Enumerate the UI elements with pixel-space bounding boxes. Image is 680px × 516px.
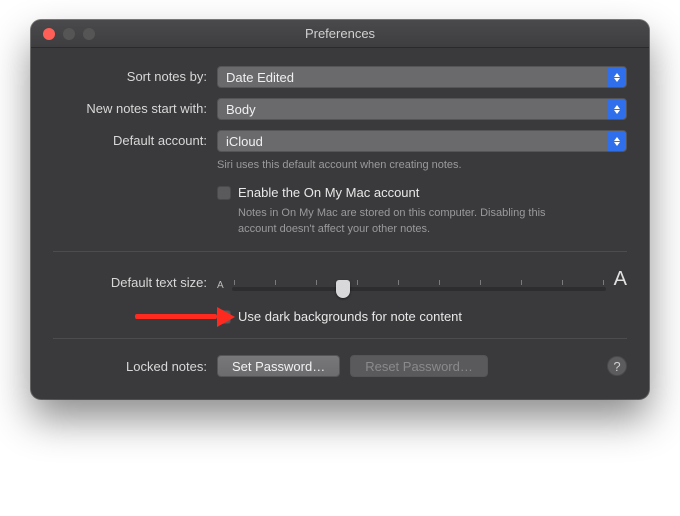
enable-local-checkbox[interactable] xyxy=(217,186,231,200)
new-notes-value: Body xyxy=(226,102,256,117)
content-area: Sort notes by: Date Edited New notes sta… xyxy=(31,48,649,399)
titlebar: Preferences xyxy=(31,20,649,48)
text-size-row: Default text size: A A xyxy=(53,268,627,291)
locked-notes-row: Locked notes: Set Password… Reset Passwo… xyxy=(53,355,627,377)
help-button[interactable]: ? xyxy=(607,356,627,376)
new-notes-select[interactable]: Body xyxy=(217,98,627,120)
sort-notes-row: Sort notes by: Date Edited xyxy=(53,66,627,88)
text-size-slider[interactable] xyxy=(232,280,606,291)
enable-local-hint: Notes in On My Mac are stored on this co… xyxy=(217,206,577,237)
text-size-label: Default text size: xyxy=(53,269,217,290)
sort-notes-label: Sort notes by: xyxy=(53,66,217,84)
new-notes-label: New notes start with: xyxy=(53,98,217,116)
reset-password-button[interactable]: Reset Password… xyxy=(350,355,488,377)
chevron-up-down-icon xyxy=(608,131,626,151)
default-account-value: iCloud xyxy=(226,134,263,149)
chevron-up-down-icon xyxy=(608,99,626,119)
new-notes-row: New notes start with: Body xyxy=(53,98,627,120)
default-account-label: Default account: xyxy=(53,130,217,148)
divider xyxy=(53,251,627,252)
slider-thumb[interactable] xyxy=(336,280,350,298)
locked-notes-label: Locked notes: xyxy=(53,359,217,374)
default-account-hint: Siri uses this default account when crea… xyxy=(217,158,627,173)
default-account-select[interactable]: iCloud xyxy=(217,130,627,152)
dark-background-row: Use dark backgrounds for note content xyxy=(53,309,627,324)
sort-notes-select[interactable]: Date Edited xyxy=(217,66,627,88)
enable-local-label: Enable the On My Mac account xyxy=(238,185,419,200)
preferences-window: Preferences Sort notes by: Date Edited N… xyxy=(31,20,649,399)
default-account-row: Default account: iCloud Siri uses this d… xyxy=(53,130,627,173)
annotation-arrow-icon xyxy=(135,307,235,327)
dark-background-label: Use dark backgrounds for note content xyxy=(238,309,462,324)
text-size-small-icon: A xyxy=(217,280,224,291)
set-password-button[interactable]: Set Password… xyxy=(217,355,340,377)
enable-local-row: Enable the On My Mac account Notes in On… xyxy=(53,185,627,237)
text-size-large-icon: A xyxy=(614,268,627,291)
sort-notes-value: Date Edited xyxy=(226,70,294,85)
divider xyxy=(53,338,627,339)
window-title: Preferences xyxy=(31,26,649,41)
chevron-up-down-icon xyxy=(608,67,626,87)
